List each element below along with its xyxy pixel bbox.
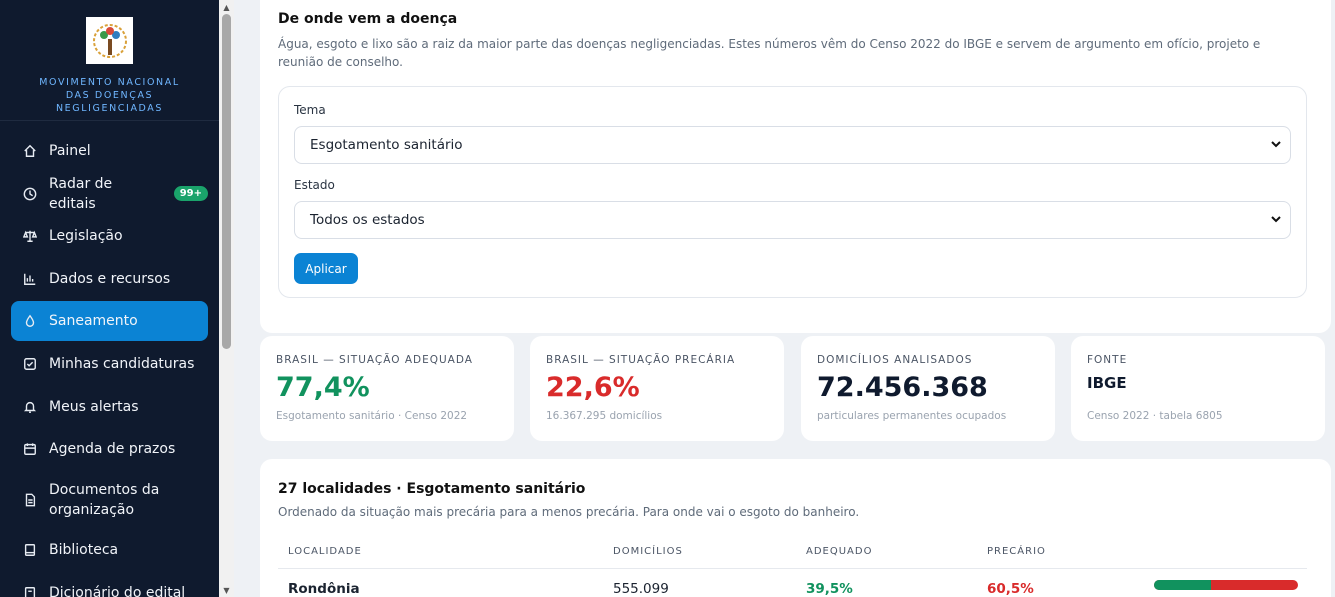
section-description: Água, esgoto e lixo são a raiz da maior … <box>278 37 1261 69</box>
checkbox-icon <box>23 357 37 371</box>
sidebar-item-label: Dados e recursos <box>49 270 171 287</box>
sidebar-item-label: Documentos da organização <box>49 481 160 518</box>
sidebar-item-label: Legislação <box>49 228 123 245</box>
book-icon <box>23 543 37 557</box>
dictionary-icon <box>23 586 37 597</box>
calendar-icon <box>23 442 37 456</box>
table-description: Ordenado da situação mais precária para … <box>278 505 860 519</box>
home-icon <box>23 144 37 158</box>
sidebar-item-biblioteca[interactable]: Biblioteca <box>11 530 208 570</box>
estado-label: Estado <box>294 178 335 192</box>
sidebar-item-label: Saneamento <box>49 313 138 330</box>
sidebar-nav: Painel Radar de editais 99+ Legislação D… <box>0 121 219 597</box>
sidebar-item-dicionario-do-edital[interactable]: Dicionário do edital <box>11 573 208 597</box>
scale-icon <box>23 229 37 243</box>
chevron-down-icon <box>1270 213 1282 229</box>
section-title: De onde vem a doença <box>278 11 458 27</box>
sidebar-item-label: Agenda de prazos <box>49 441 176 458</box>
stat-value: 72.456.368 <box>817 372 988 403</box>
tema-select[interactable]: Esgotamento sanitário <box>294 126 1291 164</box>
stat-subtext: Censo 2022 · tabela 6805 <box>1087 410 1223 422</box>
stat-label: Brasil — situação precária <box>546 354 736 366</box>
brand-name: MOVIMENTO NACIONAL DAS DOENÇAS NEGLIGENC… <box>39 77 180 114</box>
sidebar-item-label: Minhas candidaturas <box>49 355 195 372</box>
column-header-adequado[interactable]: Adequado <box>806 546 872 557</box>
sidebar: MOVIMENTO NACIONAL DAS DOENÇAS NEGLIGENC… <box>0 0 219 597</box>
cell-localidade: Rondônia <box>288 581 360 597</box>
count-badge: 99+ <box>173 186 208 202</box>
stat-value: IBGE <box>1087 374 1127 392</box>
document-icon <box>23 493 37 507</box>
stat-value: 77,4% <box>276 372 370 403</box>
tema-label: Tema <box>294 103 326 117</box>
stat-card-precaria: Brasil — situação precária 22,6% 16.367.… <box>530 336 784 441</box>
estado-select[interactable]: Todos os estados <box>294 201 1291 239</box>
column-header-precario[interactable]: Precário <box>987 546 1046 557</box>
cell-adequado: 39,5% <box>806 581 853 597</box>
table-header: Localidade Domicílios Adequado Precário <box>278 539 1307 569</box>
stat-value: 22,6% <box>546 372 640 403</box>
sidebar-item-painel[interactable]: Painel <box>11 131 208 171</box>
stat-card-fonte: Fonte IBGE Censo 2022 · tabela 6805 <box>1071 336 1325 441</box>
sidebar-item-label: Biblioteca <box>49 542 119 559</box>
stat-label: Brasil — situação adequada <box>276 354 473 366</box>
stat-label: Fonte <box>1087 354 1128 366</box>
estado-select-value: Todos os estados <box>310 212 425 228</box>
proportion-bar-adequado <box>1154 580 1211 590</box>
column-header-localidade[interactable]: Localidade <box>288 546 362 557</box>
stat-label: Domicílios analisados <box>817 354 973 366</box>
stat-card-adequada: Brasil — situação adequada 77,4% Esgotam… <box>260 336 514 441</box>
column-header-domicilios[interactable]: Domicílios <box>613 546 683 557</box>
sidebar-item-label: Painel <box>49 143 91 159</box>
main-content: De onde vem a doença Água, esgoto e lixo… <box>234 0 1335 597</box>
table-row[interactable]: Rondônia 555.099 39,5% 60,5% <box>278 570 1307 597</box>
stat-card-domicilios: Domicílios analisados 72.456.368 particu… <box>801 336 1055 441</box>
cell-precario: 60,5% <box>987 581 1034 597</box>
scroll-down-arrow-icon[interactable]: ▼ <box>219 583 234 597</box>
sidebar-item-label: Meus alertas <box>49 398 139 415</box>
proportion-bar <box>1154 580 1298 590</box>
bell-icon <box>23 400 37 414</box>
chevron-down-icon <box>1270 138 1282 154</box>
sidebar-scrollbar[interactable]: ▲ ▼ <box>219 0 234 597</box>
sidebar-item-meus-alertas[interactable]: Meus alertas <box>11 387 208 427</box>
bar-chart-icon <box>23 272 37 286</box>
sidebar-item-legislacao[interactable]: Legislação <box>11 216 208 256</box>
organization-logo[interactable] <box>86 17 133 64</box>
apply-button[interactable]: Aplicar <box>294 253 358 284</box>
filter-card: De onde vem a doença Água, esgoto e lixo… <box>260 0 1331 333</box>
table-title: 27 localidades · Esgotamento sanitário <box>278 481 586 497</box>
sidebar-item-agenda-de-prazos[interactable]: Agenda de prazos <box>11 429 208 469</box>
sidebar-item-dados-e-recursos[interactable]: Dados e recursos <box>11 259 208 299</box>
sidebar-item-label: Radar de editais <box>49 175 113 212</box>
sidebar-item-radar-de-editais[interactable]: Radar de editais 99+ <box>11 174 208 214</box>
droplet-icon <box>23 314 37 328</box>
sidebar-item-documentos-da-organizacao[interactable]: Documentos da organização <box>11 472 208 528</box>
scroll-up-arrow-icon[interactable]: ▲ <box>219 0 234 14</box>
tema-select-value: Esgotamento sanitário <box>310 137 463 153</box>
clock-icon <box>23 187 37 201</box>
scroll-thumb[interactable] <box>222 14 231 349</box>
sidebar-item-minhas-candidaturas[interactable]: Minhas candidaturas <box>11 344 208 384</box>
sidebar-item-label: Dicionário do edital <box>49 584 186 597</box>
cell-domicilios: 555.099 <box>613 581 669 597</box>
brand: MOVIMENTO NACIONAL DAS DOENÇAS NEGLIGENC… <box>0 0 219 121</box>
localities-table-card: 27 localidades · Esgotamento sanitário O… <box>260 459 1331 597</box>
stat-subtext: 16.367.295 domicílios <box>546 410 663 422</box>
stat-subtext: particulares permanentes ocupados <box>817 410 1007 422</box>
sidebar-item-saneamento[interactable]: Saneamento <box>11 301 208 342</box>
stat-subtext: Esgotamento sanitário · Censo 2022 <box>276 410 468 422</box>
filter-form: Tema Esgotamento sanitário Estado Todos … <box>278 86 1307 298</box>
